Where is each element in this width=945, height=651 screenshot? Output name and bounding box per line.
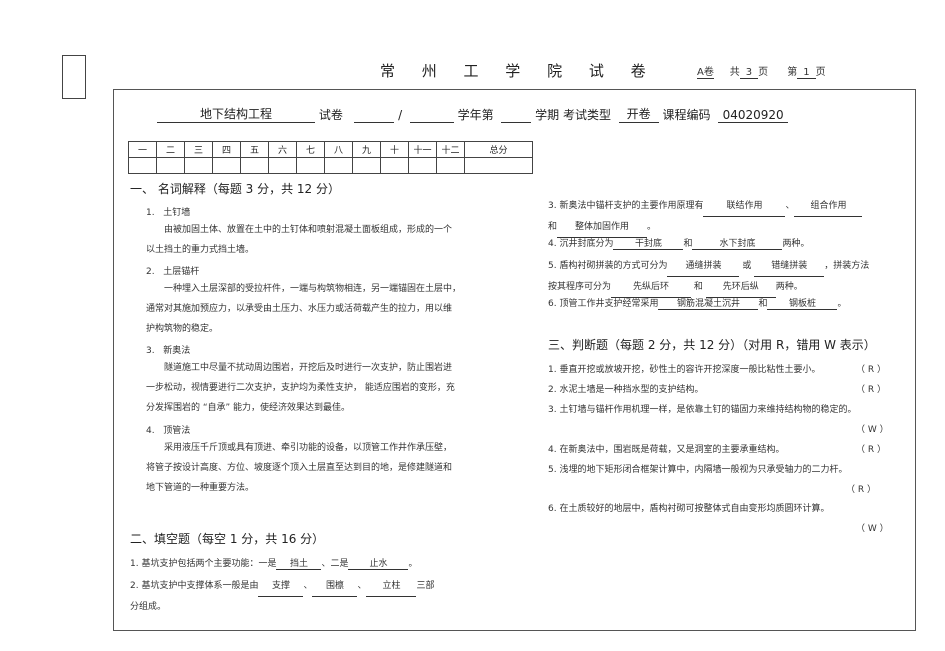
judge-question: 4. 在新奥法中，围岩既是荷载，又是洞室的主要承重结构。 <box>548 445 785 455</box>
term-label: 学期 <box>535 108 560 122</box>
score-header-cell: 七 <box>296 141 325 158</box>
course-code-label: 课程编码 <box>662 108 711 122</box>
judge-question: 2. 水泥土墙是一种挡水型的支护结构。 <box>548 385 704 395</box>
year-label: 学年第 <box>457 108 494 122</box>
fill-question: 3. 新奥法中锚杆支护的主要作用原理有 联结作用、组合作用 和整体加固作用。 <box>548 196 908 238</box>
score-cell <box>240 157 269 174</box>
judge-answer: （ R ） <box>856 385 886 395</box>
term-heading: 4. 顶管法 <box>146 426 191 436</box>
fill-question: 5. 盾构衬砌拼装的方式可分为 通缝拼装 或 错缝拼装 ，拼装方法 按其程序可分为先… <box>548 256 908 298</box>
judge-question: 6. 在土质较好的地层中，盾构衬砌可按整体式自由变形均质圆环计算。 <box>548 504 830 514</box>
term-blank <box>501 108 532 123</box>
score-header-cell: 五 <box>240 141 269 158</box>
section2-title: 二、填空题（每空 1 分，共 16 分） <box>130 532 325 546</box>
score-header-cell: 十二 <box>436 141 465 158</box>
score-cell <box>268 157 297 174</box>
score-header-cell: 三 <box>184 141 213 158</box>
score-value-row <box>128 157 533 174</box>
judge-answer: （ R ） <box>856 445 886 455</box>
year-blank-2 <box>409 108 454 123</box>
score-header-row: 一 二 三 四 五 六 七 八 九 十 十一 十二 总分 <box>128 141 533 158</box>
score-cell <box>296 157 325 174</box>
judge-question: 5. 浅埋的地下矩形闭合框架计算中，内隔墙一般视为只承受轴力的二力杆。 <box>548 465 848 475</box>
score-cell <box>408 157 437 174</box>
term-heading: 2. 土层锚杆 <box>146 267 200 277</box>
total-prefix: 共 <box>729 67 740 78</box>
score-header-cell: 一 <box>128 141 157 158</box>
exam-label: 试卷 <box>318 108 343 122</box>
score-header-cell: 二 <box>156 141 185 158</box>
exam-title: 常 州 工 学 院 试 卷 <box>380 62 657 80</box>
course-code: 04020920 <box>718 108 789 123</box>
score-cell <box>436 157 465 174</box>
score-table: 一 二 三 四 五 六 七 八 九 十 十一 十二 总分 <box>128 141 533 174</box>
definition-text: 由被加固土体、放置在土中的土钉体和喷射混凝土面板组成，形成的一个 以土挡土的重力… <box>146 225 453 255</box>
score-cell <box>352 157 381 174</box>
score-cell <box>324 157 353 174</box>
judge-question: 1. 垂直开挖或放坡开挖，砂性土的容许开挖深度一般比粘性土要小。 <box>548 365 821 375</box>
binding-box <box>62 55 86 99</box>
score-header-cell: 十 <box>380 141 409 158</box>
score-cell <box>184 157 213 174</box>
course-name: 地下结构工程 <box>157 105 315 123</box>
judge-answer: （ W ） <box>856 425 889 435</box>
definition-text: 一种埋入土层深部的受拉杆件，一端与构筑物相连，另一端锚固在土层中， 通常对其施加… <box>146 284 462 334</box>
score-header-cell: 九 <box>352 141 381 158</box>
score-cell <box>464 157 533 174</box>
score-header-cell: 总分 <box>464 141 533 158</box>
page-info: A卷 共3页 第1页 <box>697 63 826 79</box>
page-number: 1 <box>797 67 816 79</box>
score-cell <box>212 157 241 174</box>
score-header-cell: 六 <box>268 141 297 158</box>
page-suffix: 页 <box>815 67 826 78</box>
course-line: 地下结构工程 试卷 / 学年第 学期 考试类型 开卷 课程编码 04020920 <box>157 105 789 123</box>
term-heading: 3. 新奥法 <box>146 346 191 356</box>
fill-question: 1. 基坑支护包括两个主要功能：一是 挡土 、二是 止水。 <box>130 556 417 570</box>
paper-label: A卷 <box>697 67 714 79</box>
page-prefix: 第 <box>787 67 798 78</box>
section3-title: 三、判断题（每题 2 分，共 12 分）（对用 R，错用 W 表示） <box>548 338 876 352</box>
fill-question: 2. 基坑支护中支撑体系一般是由 支撑、围檩、立柱 三部 分组成。 <box>130 576 500 617</box>
term-heading: 1. 土钉墙 <box>146 208 191 218</box>
year-blank-1 <box>354 108 395 123</box>
score-header-cell: 四 <box>212 141 241 158</box>
judge-question: 3. 土钉墙与锚杆作用机理一样，是依靠土钉的锚固力来维持结构物的稳定的。 <box>548 405 857 415</box>
score-header-cell: 十一 <box>408 141 437 158</box>
judge-answer: （ W ） <box>856 524 889 534</box>
slash: / <box>398 108 403 122</box>
total-pages: 3 <box>739 67 759 79</box>
pages-suffix: 页 <box>758 67 769 78</box>
section1-title: 一、 名词解释（每题 3 分，共 12 分） <box>130 182 340 196</box>
exam-type-label: 考试类型 <box>562 108 611 122</box>
judge-answer: （ R ） <box>856 365 886 375</box>
judge-answer: （ R ） <box>846 485 876 495</box>
fill-question: 6. 顶管工作井支护经常采用 钢筋混凝土沉井和钢板桩。 <box>548 296 846 310</box>
score-cell <box>128 157 157 174</box>
score-cell <box>156 157 185 174</box>
score-header-cell: 八 <box>324 141 353 158</box>
definition-text: 采用液压千斤顶或具有顶进、牵引功能的设备，以顶管工作井作承压壁， 将管子按设计高… <box>146 443 453 493</box>
score-cell <box>380 157 409 174</box>
definition-text: 隧道施工中尽量不扰动周边围岩，开挖后及时进行一次支护，防止围岩进 一步松动，视情… <box>146 363 455 413</box>
exam-type: 开卷 <box>618 105 659 123</box>
fill-question: 4. 沉井封底分为 干封底和水下封底 两种。 <box>548 236 809 250</box>
